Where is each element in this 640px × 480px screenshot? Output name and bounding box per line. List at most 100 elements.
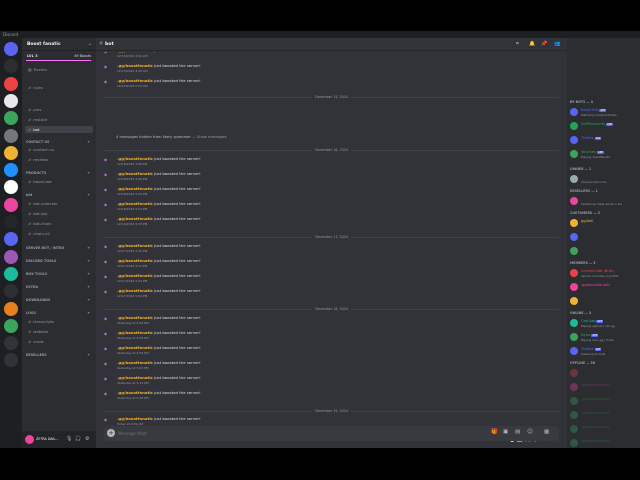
boost-message[interactable]: ◆ .gg/boostfanaticjust boosted the server… (104, 375, 544, 387)
boost-message[interactable]: ◆ .gg/boostfanaticjust boosted the server… (104, 171, 544, 183)
avatar[interactable] (570, 297, 578, 305)
message-author[interactable]: .gg/boostfanatic (117, 416, 153, 421)
server-icon-s8[interactable] (4, 180, 18, 195)
server-icon-s9[interactable] (4, 197, 18, 212)
guild-header[interactable]: Boost fanatic ⌄ (22, 38, 96, 51)
server-icon-s1[interactable] (4, 59, 18, 74)
boost-message[interactable]: ◆ .gg/boostfanaticjust boosted the server… (104, 416, 544, 425)
plus-icon[interactable]: + (87, 284, 90, 290)
channel-boost-bot[interactable]: # boost-bot (25, 178, 93, 185)
server-icon-s4[interactable] (4, 111, 18, 126)
member-item[interactable]: cheap boost in bio (570, 174, 638, 185)
avatar[interactable] (570, 411, 578, 419)
server-icon-dm[interactable] (4, 42, 18, 56)
category-contact[interactable]: CONTACT US + (26, 139, 90, 145)
member-item[interactable]: .gg/boostfanatic (570, 410, 638, 421)
server-icon-s6[interactable] (4, 145, 18, 160)
emoji-icon[interactable]: ☺ (527, 429, 533, 435)
channel-website[interactable]: # website (25, 328, 93, 335)
channel-pins[interactable]: # pins (25, 106, 93, 113)
avatar[interactable] (570, 319, 578, 327)
gift-icon[interactable]: 🎁 (491, 429, 498, 435)
message-author[interactable]: .gg/boostfanatic (117, 360, 153, 365)
server-icon-s15[interactable] (4, 301, 18, 316)
category-box-tools[interactable]: BOX TOOLS + (26, 271, 90, 277)
gear-icon[interactable]: ⚙ (85, 436, 89, 442)
boost-message[interactable]: ◆ .gg/boostfanaticjust boosted the server… (104, 52, 544, 60)
channel-bot-chain[interactable]: # bot-chain (25, 220, 93, 227)
message-author[interactable]: .gg/boostfanatic (117, 315, 153, 320)
plus-icon[interactable]: + (87, 297, 90, 303)
category-logs[interactable]: LOGS + (26, 310, 90, 316)
boost-message[interactable]: ◆ .gg/boostfanaticjust boosted the server… (104, 390, 544, 402)
member-item[interactable]: Vouches APP Playing .boostfanatic (570, 149, 638, 160)
message-list[interactable]: ◆.gg/boostfanaticjust boosted the server… (96, 52, 567, 425)
member-item[interactable]: Limited edd (Brat) ask me my bday on prof… (570, 268, 638, 279)
server-icon-s3[interactable] (4, 93, 18, 108)
plus-icon[interactable]: + (87, 245, 90, 251)
avatar[interactable] (570, 333, 578, 341)
channel-transcripts[interactable]: # transcripts (25, 318, 93, 325)
threads-icon[interactable]: ⌗ (516, 41, 519, 47)
avatar[interactable] (570, 108, 578, 116)
plus-icon[interactable]: + (87, 139, 90, 145)
server-icon-add[interactable] (4, 336, 18, 351)
member-item[interactable] (570, 368, 638, 379)
avatar[interactable] (570, 269, 578, 277)
server-icon-s14[interactable] (4, 284, 18, 299)
avatar[interactable] (570, 425, 578, 433)
member-item[interactable] (570, 296, 638, 307)
avatar[interactable] (570, 397, 578, 405)
avatar[interactable] (570, 197, 578, 205)
boost-message[interactable]: ◆ .gg/boostfanaticjust boosted the server… (104, 216, 544, 228)
member-item[interactable]: Streaming cheap boost in bio (570, 196, 638, 207)
plus-icon[interactable]: + (87, 271, 90, 277)
server-icon-s16[interactable] (4, 318, 18, 333)
avatar[interactable] (570, 150, 578, 158)
category-products[interactable]: PRODUCTS + (26, 170, 90, 176)
message-author[interactable]: .gg/boostfanatic (117, 258, 153, 263)
boost-message[interactable]: ◆ .gg/boostfanaticjust boosted the server… (104, 345, 544, 357)
show-messages-link[interactable]: — Show messages (192, 135, 226, 139)
member-item[interactable]: Carl-bot APP Playing /games | carl.gg (570, 318, 638, 329)
member-item[interactable]: gg/ball (570, 218, 638, 229)
member-item[interactable]: Tickets APP Listening to /help (570, 346, 638, 357)
channel-rules[interactable]: # rules (25, 84, 93, 91)
message-author[interactable]: .gg/boostfanatic (117, 63, 153, 68)
message-author[interactable]: .gg/boostfanatic (117, 186, 153, 191)
members-icon[interactable]: 👥 (554, 41, 560, 47)
boost-message[interactable]: ◆ .gg/boostfanaticjust boosted the server… (104, 330, 544, 342)
category-extra[interactable]: EXTRA + (26, 284, 90, 290)
avatar[interactable] (570, 439, 578, 447)
server-icon-s7[interactable] (4, 163, 18, 178)
avatar[interactable] (570, 175, 578, 183)
member-item[interactable]: .gg/boostfanatic (570, 282, 638, 293)
member-item[interactable]: .gg/boostfanatic (570, 438, 638, 448)
boost-progress[interactable]: LVL 3 49 Boosts (26, 54, 92, 62)
avatar[interactable] (570, 233, 578, 241)
pin-icon[interactable]: 📌 (541, 41, 547, 47)
message-author[interactable]: .gg/boostfanatic (117, 171, 153, 176)
member-item[interactable]: .gg/boostfanatic (570, 396, 638, 407)
message-author[interactable]: .gg/boostfanatic (117, 375, 153, 380)
server-icon-s5[interactable] (4, 128, 18, 143)
message-author[interactable]: .gg/boostfanatic (117, 156, 153, 161)
message-author[interactable]: .gg/boostfanatic (117, 78, 153, 83)
member-item[interactable]: SellPayments APP (570, 121, 638, 132)
sticker-icon[interactable]: ▤ (515, 429, 520, 435)
gif-icon[interactable]: ▣ (503, 429, 508, 435)
upload-plus-icon[interactable]: + (107, 429, 115, 437)
message-author[interactable]: .gg/boostfanatic (117, 52, 153, 53)
message-author[interactable]: .gg/boostfanatic (117, 201, 153, 206)
member-item[interactable]: Dyno APP Playing dyno.gg | ?help (570, 332, 638, 343)
category-resellers[interactable]: RESELLERS + (26, 352, 90, 358)
member-item[interactable]: .gg/boostfanatic (570, 382, 638, 393)
message-author[interactable]: .gg/boostfanatic (117, 273, 153, 278)
plus-icon[interactable]: + (87, 170, 90, 176)
member-item[interactable] (570, 232, 638, 243)
boost-message[interactable]: ◆ .gg/boostfanaticjust boosted the server… (104, 315, 544, 327)
member-item[interactable] (570, 246, 638, 257)
avatar[interactable] (570, 122, 578, 130)
plus-icon[interactable]: + (87, 310, 90, 316)
plus-icon[interactable]: + (87, 192, 90, 198)
